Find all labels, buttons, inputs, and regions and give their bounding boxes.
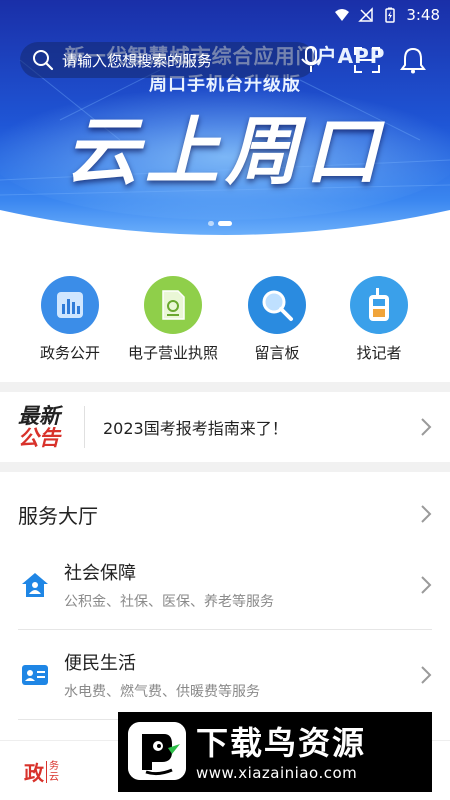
- search-bar[interactable]: 请输入您想搜索的服务: [20, 42, 315, 78]
- gov-logo-sub-2: 云: [49, 771, 59, 783]
- service-hall-header[interactable]: 服务大厅: [0, 480, 450, 548]
- quick-entry-message-board[interactable]: 留言板: [222, 270, 332, 363]
- gov-logo-sub: 务 云: [46, 760, 59, 783]
- banner-title: 云上周口: [65, 109, 385, 195]
- quick-entry-label: 留言板: [254, 344, 300, 362]
- banner-pagination[interactable]: [208, 221, 232, 226]
- chevron-right-icon[interactable]: [420, 417, 432, 437]
- notice-badge-bottom: 公告: [18, 426, 60, 450]
- quick-entry-label: 找记者: [356, 344, 402, 362]
- status-time: 3:48: [406, 6, 440, 24]
- bird-logo-icon: [128, 722, 186, 780]
- quick-entry-label: 政务公开: [39, 344, 100, 362]
- quick-entry-government-affairs[interactable]: 政务公开: [15, 270, 125, 363]
- pagination-dot-active[interactable]: [218, 221, 232, 226]
- watermark-url: www.xiazainiao.com: [196, 764, 358, 782]
- chevron-right-icon[interactable]: [420, 575, 432, 595]
- notice-badge-top: 最新: [18, 404, 60, 428]
- magnifier-icon: [248, 276, 306, 334]
- bar-chart-icon: [41, 276, 99, 334]
- watermark-title: 下载鸟资源: [196, 724, 367, 762]
- notice-divider: [84, 406, 85, 448]
- gov-logo-main: 政: [24, 761, 44, 785]
- microphone-icon[interactable]: [300, 46, 322, 74]
- wifi-icon: [335, 9, 350, 21]
- notice-text[interactable]: 2023国考报考指南来了！: [103, 415, 420, 439]
- chevron-right-icon[interactable]: [420, 665, 432, 685]
- battery-icon: [385, 7, 396, 23]
- scan-icon[interactable]: [353, 46, 381, 74]
- search-icon: [33, 50, 54, 71]
- service-item-title: 社会保障: [64, 563, 136, 584]
- pagination-dot[interactable]: [208, 221, 214, 226]
- search-placeholder[interactable]: 请输入您想搜索的服务: [62, 50, 212, 71]
- notice-badge: 最新 公告: [18, 405, 78, 449]
- status-bar: 3:48: [0, 0, 450, 32]
- watermark: 下载鸟资源 www.xiazainiao.com: [118, 712, 432, 792]
- service-hall-title: 服务大厅: [18, 503, 98, 528]
- section-gap: [0, 382, 450, 392]
- notice-bar[interactable]: 最新 公告 2023国考报考指南来了！: [0, 392, 450, 462]
- hero-banner[interactable]: 新一代智慧城市综合应用门户APP 周口手机台升级版 云上周口: [0, 0, 450, 250]
- no-signal-icon: [358, 7, 374, 22]
- service-item-subtitle: 水电费、燃气费、供暖费等服务: [64, 684, 260, 700]
- license-icon: [144, 276, 202, 334]
- chevron-right-icon[interactable]: [420, 504, 432, 524]
- service-item-convenient-life[interactable]: 便民生活 水电费、燃气费、供暖费等服务: [0, 630, 450, 720]
- quick-entry-business-license[interactable]: 电子营业执照: [118, 270, 228, 363]
- quick-entry-label: 电子营业执照: [127, 344, 218, 362]
- section-gap: [0, 462, 450, 472]
- service-item-title: 便民生活: [64, 653, 136, 674]
- service-item-subtitle: 公积金、社保、医保、养老等服务: [64, 594, 274, 610]
- id-card-icon: [22, 665, 48, 685]
- quick-entry-find-reporter[interactable]: 找记者: [324, 270, 434, 363]
- service-item-social-security[interactable]: 社会保障 公积金、社保、医保、养老等服务: [0, 540, 450, 630]
- quick-entry-grid: 政务公开 电子营业执照 留言板 找记者: [0, 270, 450, 365]
- gov-cloud-logo[interactable]: 政 务 云: [24, 757, 59, 786]
- gov-logo-sub-1: 务: [49, 760, 59, 772]
- house-person-icon: [22, 573, 48, 597]
- bell-icon[interactable]: [400, 46, 426, 74]
- walkie-talkie-icon: [350, 276, 408, 334]
